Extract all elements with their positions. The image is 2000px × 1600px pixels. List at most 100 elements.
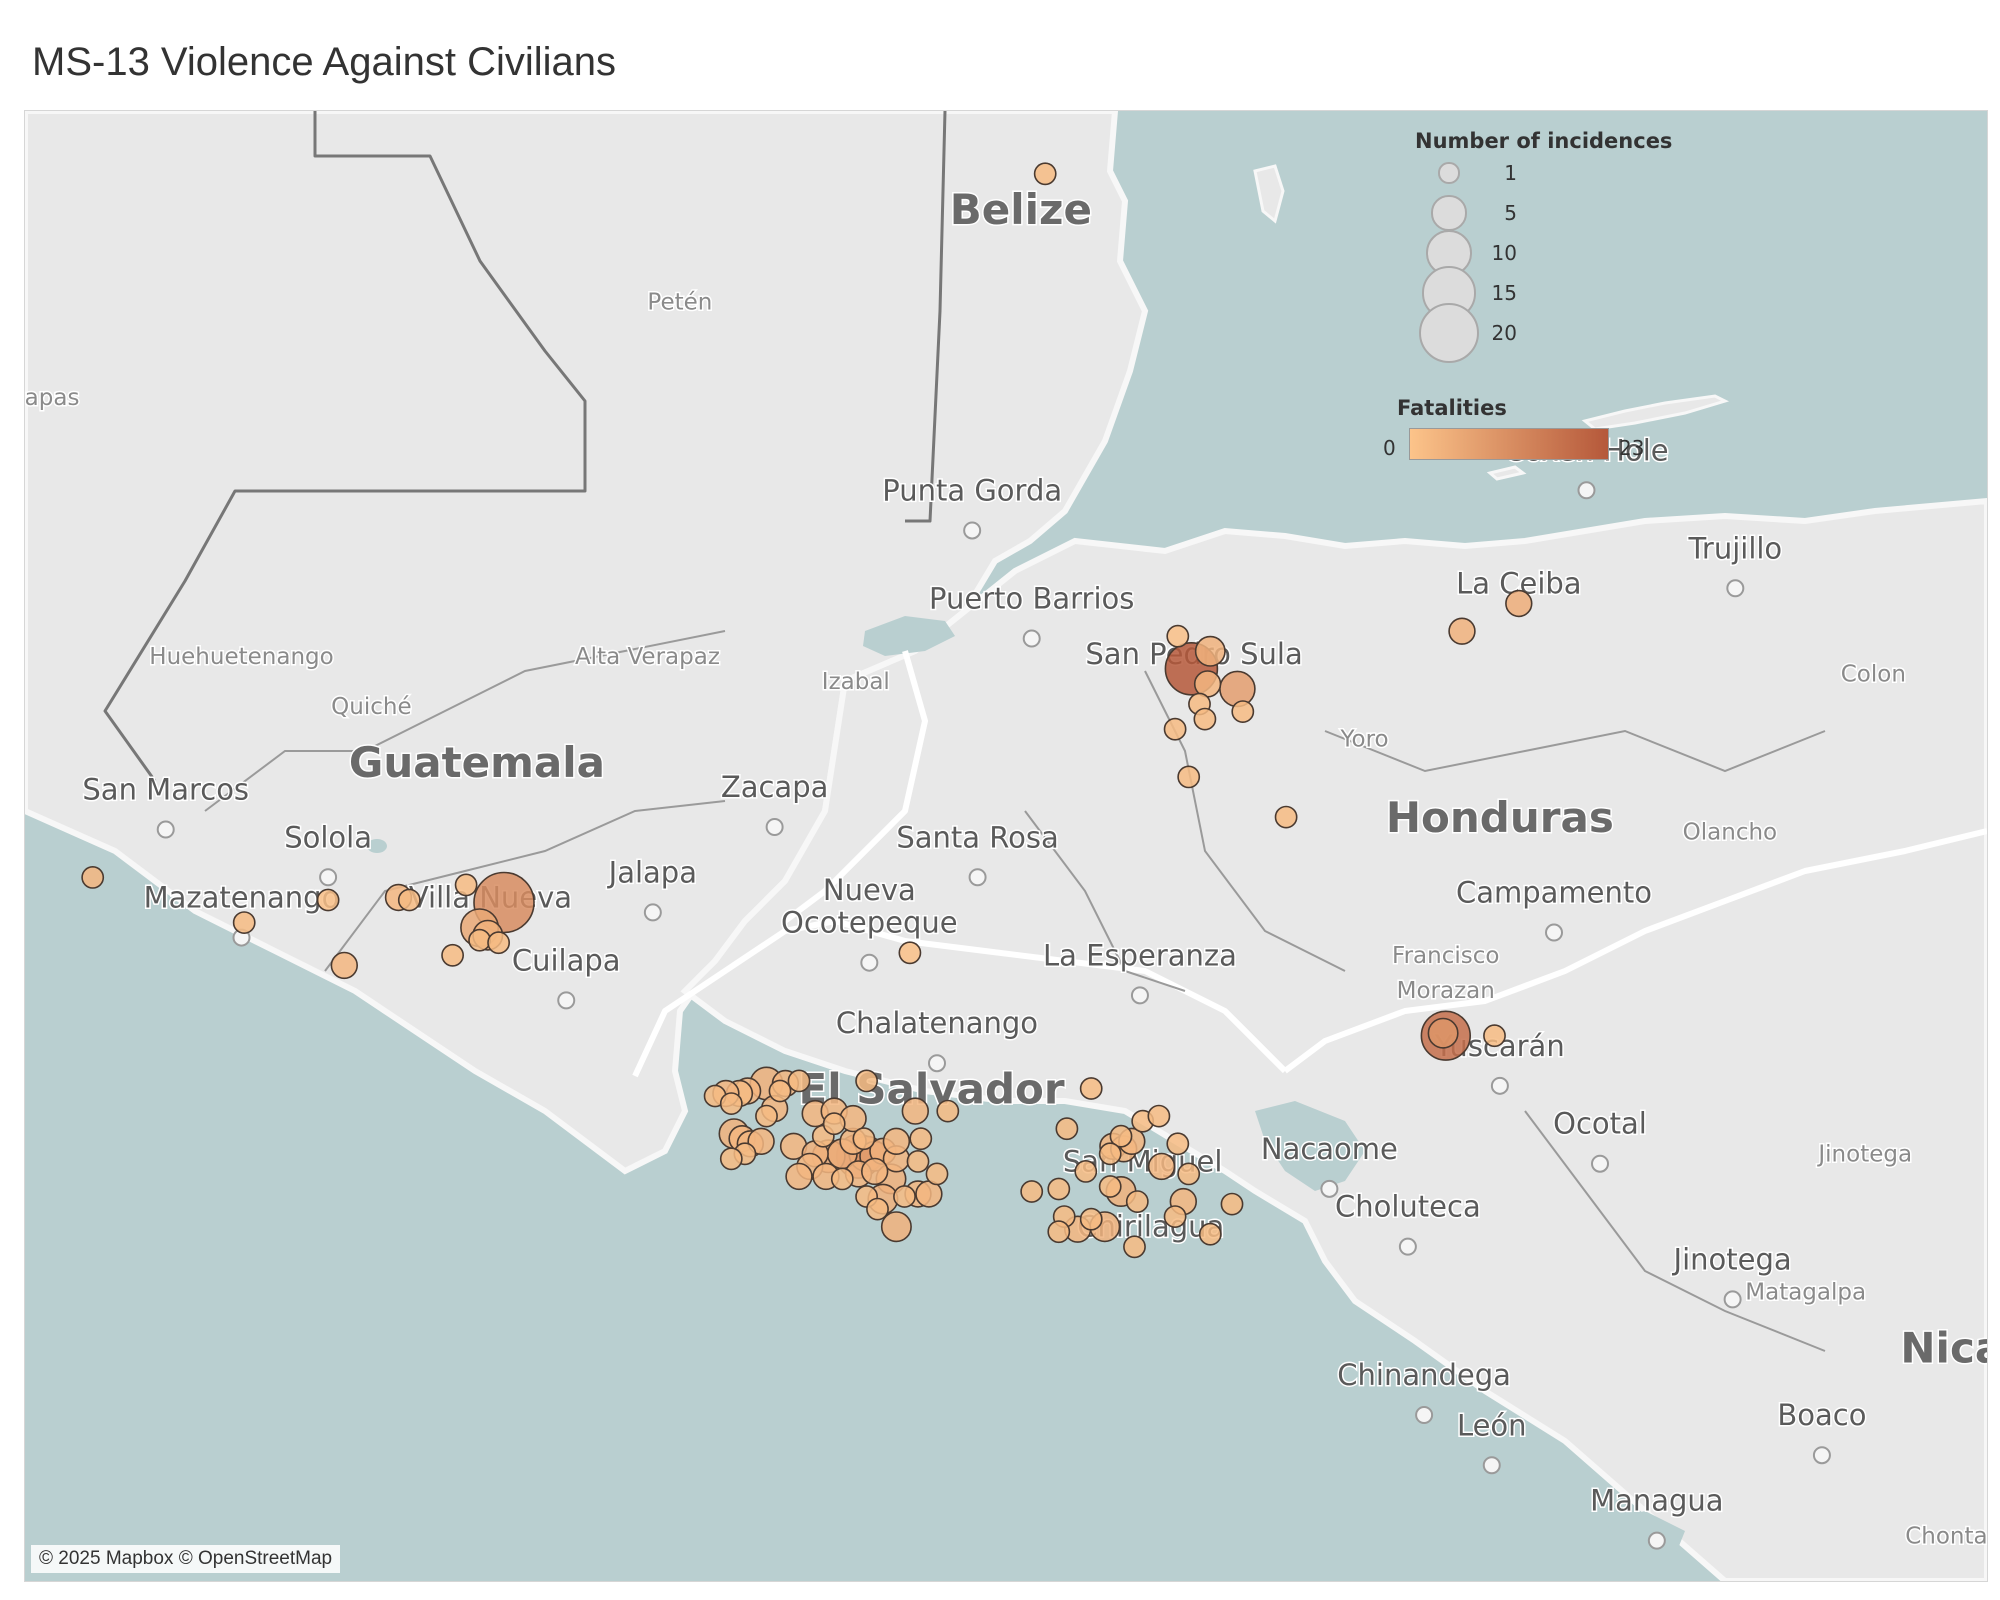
map-viewport[interactable]: Petén apas Huehuetenango Quiché Alta Verapaz…: [24, 110, 1988, 1582]
incident-point[interactable]: [1147, 1104, 1171, 1128]
city-label: Nueva: [823, 873, 916, 907]
incident-point[interactable]: [487, 931, 511, 955]
incident-point[interactable]: [719, 1092, 743, 1116]
incident-point[interactable]: [1483, 1024, 1506, 1048]
incident-point[interactable]: [441, 943, 465, 967]
incident-point[interactable]: [1033, 162, 1057, 186]
city-marker: [927, 1054, 946, 1073]
city-marker: [1130, 986, 1149, 1005]
city-marker: [1545, 923, 1564, 942]
size-legend: Number of incidences 1 5 10 15 20: [1395, 129, 1695, 364]
city-marker: [1577, 481, 1596, 500]
city-label: Ocotal: [1553, 1107, 1647, 1141]
incident-point[interactable]: [1198, 1222, 1222, 1246]
incident-point[interactable]: [1163, 1205, 1187, 1229]
city-label: Mazatenango: [144, 881, 340, 915]
city-label: Campamento: [1456, 876, 1652, 910]
incident-point[interactable]: [1505, 589, 1533, 618]
region-label: Quiché: [331, 694, 411, 720]
incident-point[interactable]: [1194, 635, 1226, 667]
country-label: Belize: [950, 185, 1092, 234]
incident-point[interactable]: [852, 1127, 876, 1151]
incident-point[interactable]: [397, 888, 421, 912]
size-legend-circle: [1418, 302, 1480, 364]
city-marker: [1415, 1406, 1434, 1424]
incident-point[interactable]: [898, 941, 922, 965]
incident-point[interactable]: [1427, 1017, 1459, 1049]
city-label: Boaco: [1777, 1398, 1866, 1432]
city-label: Chalatenango: [836, 1006, 1038, 1040]
incident-point[interactable]: [1448, 617, 1476, 645]
incident-point[interactable]: [1098, 1142, 1122, 1166]
incident-point[interactable]: [1219, 670, 1256, 708]
incident-point[interactable]: [1055, 1117, 1079, 1141]
size-legend-item: 1: [1395, 153, 1695, 193]
incident-point[interactable]: [901, 1097, 929, 1125]
incident-point[interactable]: [936, 1099, 960, 1123]
city-label: Santa Rosa: [896, 820, 1058, 854]
region-label: Izabal: [822, 669, 890, 695]
incident-point[interactable]: [1079, 1207, 1103, 1231]
incident-point[interactable]: [1020, 1180, 1044, 1203]
region-label: Jinotega: [1816, 1141, 1912, 1167]
incident-point[interactable]: [830, 1167, 854, 1191]
country-label: Honduras: [1386, 793, 1614, 842]
incident-point[interactable]: [893, 1185, 916, 1208]
incident-point[interactable]: [1125, 1190, 1149, 1214]
incident-point[interactable]: [855, 1069, 879, 1093]
incident-point[interactable]: [906, 1150, 930, 1173]
incident-point[interactable]: [787, 1069, 811, 1093]
incident-point[interactable]: [866, 1197, 889, 1221]
size-legend-title: Number of incidences: [1415, 129, 1673, 153]
city-label: Trujillo: [1687, 531, 1782, 565]
incident-point[interactable]: [468, 928, 492, 952]
city-marker: [1591, 1154, 1610, 1173]
size-legend-label: 20: [1491, 321, 1517, 345]
incident-point[interactable]: [316, 888, 340, 912]
city-marker: [765, 818, 784, 836]
incident-point[interactable]: [755, 1104, 778, 1128]
incident-point[interactable]: [1079, 1077, 1103, 1100]
incident-point[interactable]: [232, 911, 256, 935]
region-label: apas: [25, 385, 79, 411]
incident-point[interactable]: [1123, 1235, 1146, 1259]
incident-point[interactable]: [1047, 1177, 1071, 1201]
incident-point[interactable]: [1177, 1162, 1201, 1186]
incident-point[interactable]: [1274, 805, 1298, 829]
incident-point[interactable]: [81, 866, 105, 889]
incident-point[interactable]: [1098, 1175, 1122, 1198]
region-label: Petén: [647, 290, 712, 316]
incident-point[interactable]: [1231, 700, 1255, 724]
city-label: Chinandega: [1337, 1358, 1511, 1392]
incident-point[interactable]: [454, 873, 478, 897]
color-legend-title: Fatalities: [1397, 396, 1507, 420]
city-label: San Marcos: [82, 773, 249, 807]
incident-point[interactable]: [1193, 707, 1217, 731]
incident-point[interactable]: [882, 1127, 911, 1156]
size-legend-item: 5: [1395, 193, 1695, 233]
incident-point[interactable]: [1147, 1152, 1176, 1181]
city-marker: [1647, 1531, 1666, 1550]
city-label: Solola: [284, 820, 372, 854]
incident-point[interactable]: [330, 951, 358, 980]
incident-point[interactable]: [925, 1162, 949, 1186]
city-marker: [1398, 1237, 1417, 1256]
city-label: La Esperanza: [1043, 938, 1237, 972]
incident-point[interactable]: [1047, 1220, 1071, 1244]
incident-point[interactable]: [1177, 765, 1201, 789]
incident-point[interactable]: [1220, 1192, 1244, 1216]
incident-point[interactable]: [719, 1147, 743, 1171]
city-label: Choluteca: [1335, 1190, 1481, 1224]
incident-point[interactable]: [1074, 1160, 1098, 1183]
incident-point[interactable]: [909, 1127, 933, 1151]
incident-point[interactable]: [860, 1157, 889, 1186]
incident-point[interactable]: [785, 1162, 813, 1191]
incident-point[interactable]: [1166, 624, 1190, 648]
size-legend-label: 1: [1504, 161, 1517, 185]
color-legend-min: 0: [1383, 436, 1396, 460]
incident-point[interactable]: [768, 1079, 792, 1103]
incident-point[interactable]: [822, 1112, 846, 1136]
incident-point[interactable]: [1163, 717, 1187, 741]
incident-point[interactable]: [1166, 1132, 1190, 1156]
map-attribution[interactable]: © 2025 Mapbox © OpenStreetMap: [31, 1545, 341, 1573]
